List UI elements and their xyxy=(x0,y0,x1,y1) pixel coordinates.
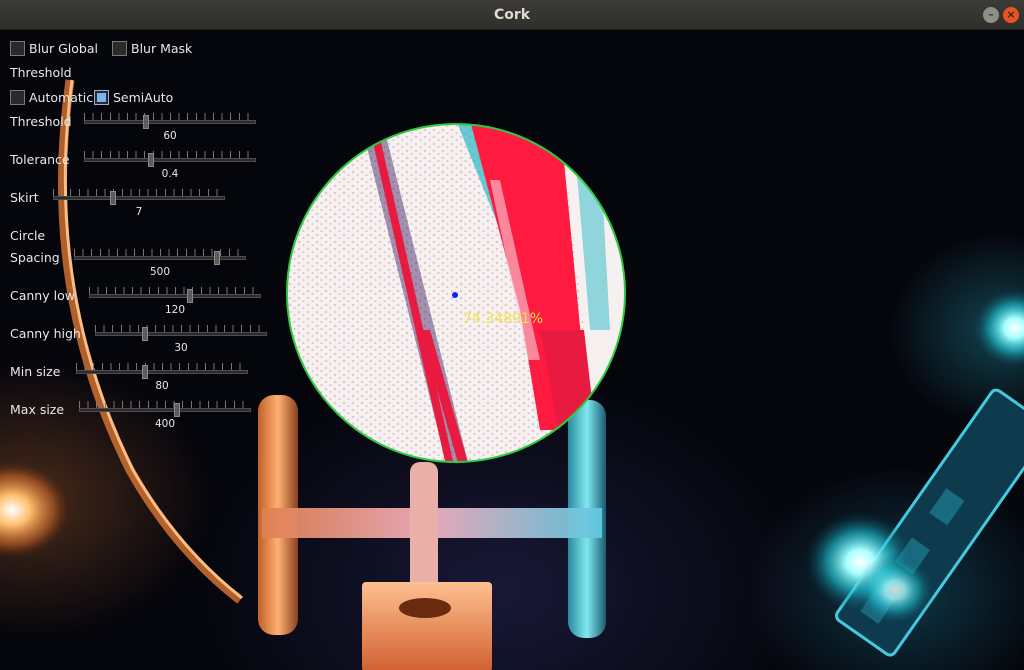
close-button[interactable]: × xyxy=(1003,7,1019,23)
spacing-label: Spacing xyxy=(10,250,60,265)
tolerance-label: Tolerance xyxy=(10,152,70,167)
slider-ticks xyxy=(89,287,261,294)
min-size-label: Min size xyxy=(10,364,61,379)
slider-track[interactable] xyxy=(53,196,225,200)
skirt-slider[interactable]: 7 xyxy=(53,188,225,218)
slider-handle[interactable] xyxy=(142,115,149,129)
window-title: Cork xyxy=(493,7,531,23)
slider-handle[interactable] xyxy=(141,327,148,341)
circle-heading: Circle xyxy=(10,228,46,243)
threshold-heading: Threshold xyxy=(10,65,72,80)
slider-ticks xyxy=(79,401,251,408)
threshold-slider[interactable]: 60 xyxy=(84,112,256,142)
blur-global-box[interactable] xyxy=(10,40,25,56)
slider-ticks xyxy=(84,113,256,120)
spacing-value: 500 xyxy=(149,266,171,278)
slider-handle[interactable] xyxy=(213,251,220,265)
blur-mask-box[interactable] xyxy=(112,40,127,56)
blur-mask-checkbox[interactable]: Blur Mask xyxy=(112,40,192,56)
max-size-label: Max size xyxy=(10,402,65,417)
min-size-value: 80 xyxy=(155,380,169,392)
slider-track[interactable] xyxy=(84,158,256,162)
automatic-checkbox[interactable]: Automatic xyxy=(10,89,93,105)
slider-handle[interactable] xyxy=(187,289,194,303)
slider-track[interactable] xyxy=(95,332,267,336)
slider-ticks xyxy=(84,151,256,158)
title-bar: Cork – × xyxy=(0,0,1024,30)
blur-global-label: Blur Global xyxy=(29,40,98,56)
slider-ticks xyxy=(74,249,246,256)
slider-handle[interactable] xyxy=(174,403,181,417)
canny-high-label: Canny high xyxy=(10,326,81,341)
semiauto-label: SemiAuto xyxy=(113,89,174,105)
skirt-value: 7 xyxy=(135,206,143,218)
cork-window: Cork – × 74.34891% Blur Global Blur Mask… xyxy=(0,0,1024,670)
minimize-icon: – xyxy=(988,8,994,21)
canny-high-value: 30 xyxy=(174,342,188,354)
canny-high-slider[interactable]: 30 xyxy=(95,324,267,354)
automatic-box[interactable] xyxy=(10,89,25,105)
automatic-label: Automatic xyxy=(29,89,94,105)
canny-low-slider[interactable]: 120 xyxy=(89,286,261,316)
close-icon: × xyxy=(1006,8,1016,21)
semiauto-checkbox[interactable]: SemiAuto xyxy=(94,89,173,105)
min-size-slider[interactable]: 80 xyxy=(76,362,248,392)
slider-track[interactable] xyxy=(74,256,246,260)
max-size-slider[interactable]: 400 xyxy=(79,400,251,430)
slider-track[interactable] xyxy=(76,370,248,374)
slider-track[interactable] xyxy=(84,120,256,124)
slider-ticks xyxy=(53,189,225,196)
spacing-slider[interactable]: 500 xyxy=(74,248,246,278)
slider-track[interactable] xyxy=(79,408,251,412)
blur-global-checkbox[interactable]: Blur Global xyxy=(10,40,98,56)
canny-low-value: 120 xyxy=(164,304,186,316)
tolerance-value: 0.4 xyxy=(161,168,179,180)
slider-handle[interactable] xyxy=(141,365,148,379)
threshold-value: 60 xyxy=(163,130,177,142)
skirt-label: Skirt xyxy=(10,190,39,205)
slider-ticks xyxy=(76,363,248,370)
tolerance-slider[interactable]: 0.4 xyxy=(84,150,256,180)
minimize-button[interactable]: – xyxy=(983,7,999,23)
center-marker xyxy=(452,292,458,298)
cork-percentage-readout: 74.34891% xyxy=(463,311,544,327)
canny-low-label: Canny low xyxy=(10,288,75,303)
slider-track[interactable] xyxy=(89,294,261,298)
slider-handle[interactable] xyxy=(110,191,117,205)
semiauto-box[interactable] xyxy=(94,89,109,105)
control-panel: Blur Global Blur Mask Threshold Automati… xyxy=(0,30,300,430)
max-size-value: 400 xyxy=(154,418,176,430)
blur-mask-label: Blur Mask xyxy=(131,40,193,56)
slider-handle[interactable] xyxy=(148,153,155,167)
slider-ticks xyxy=(95,325,267,332)
threshold-label: Threshold xyxy=(10,114,72,129)
